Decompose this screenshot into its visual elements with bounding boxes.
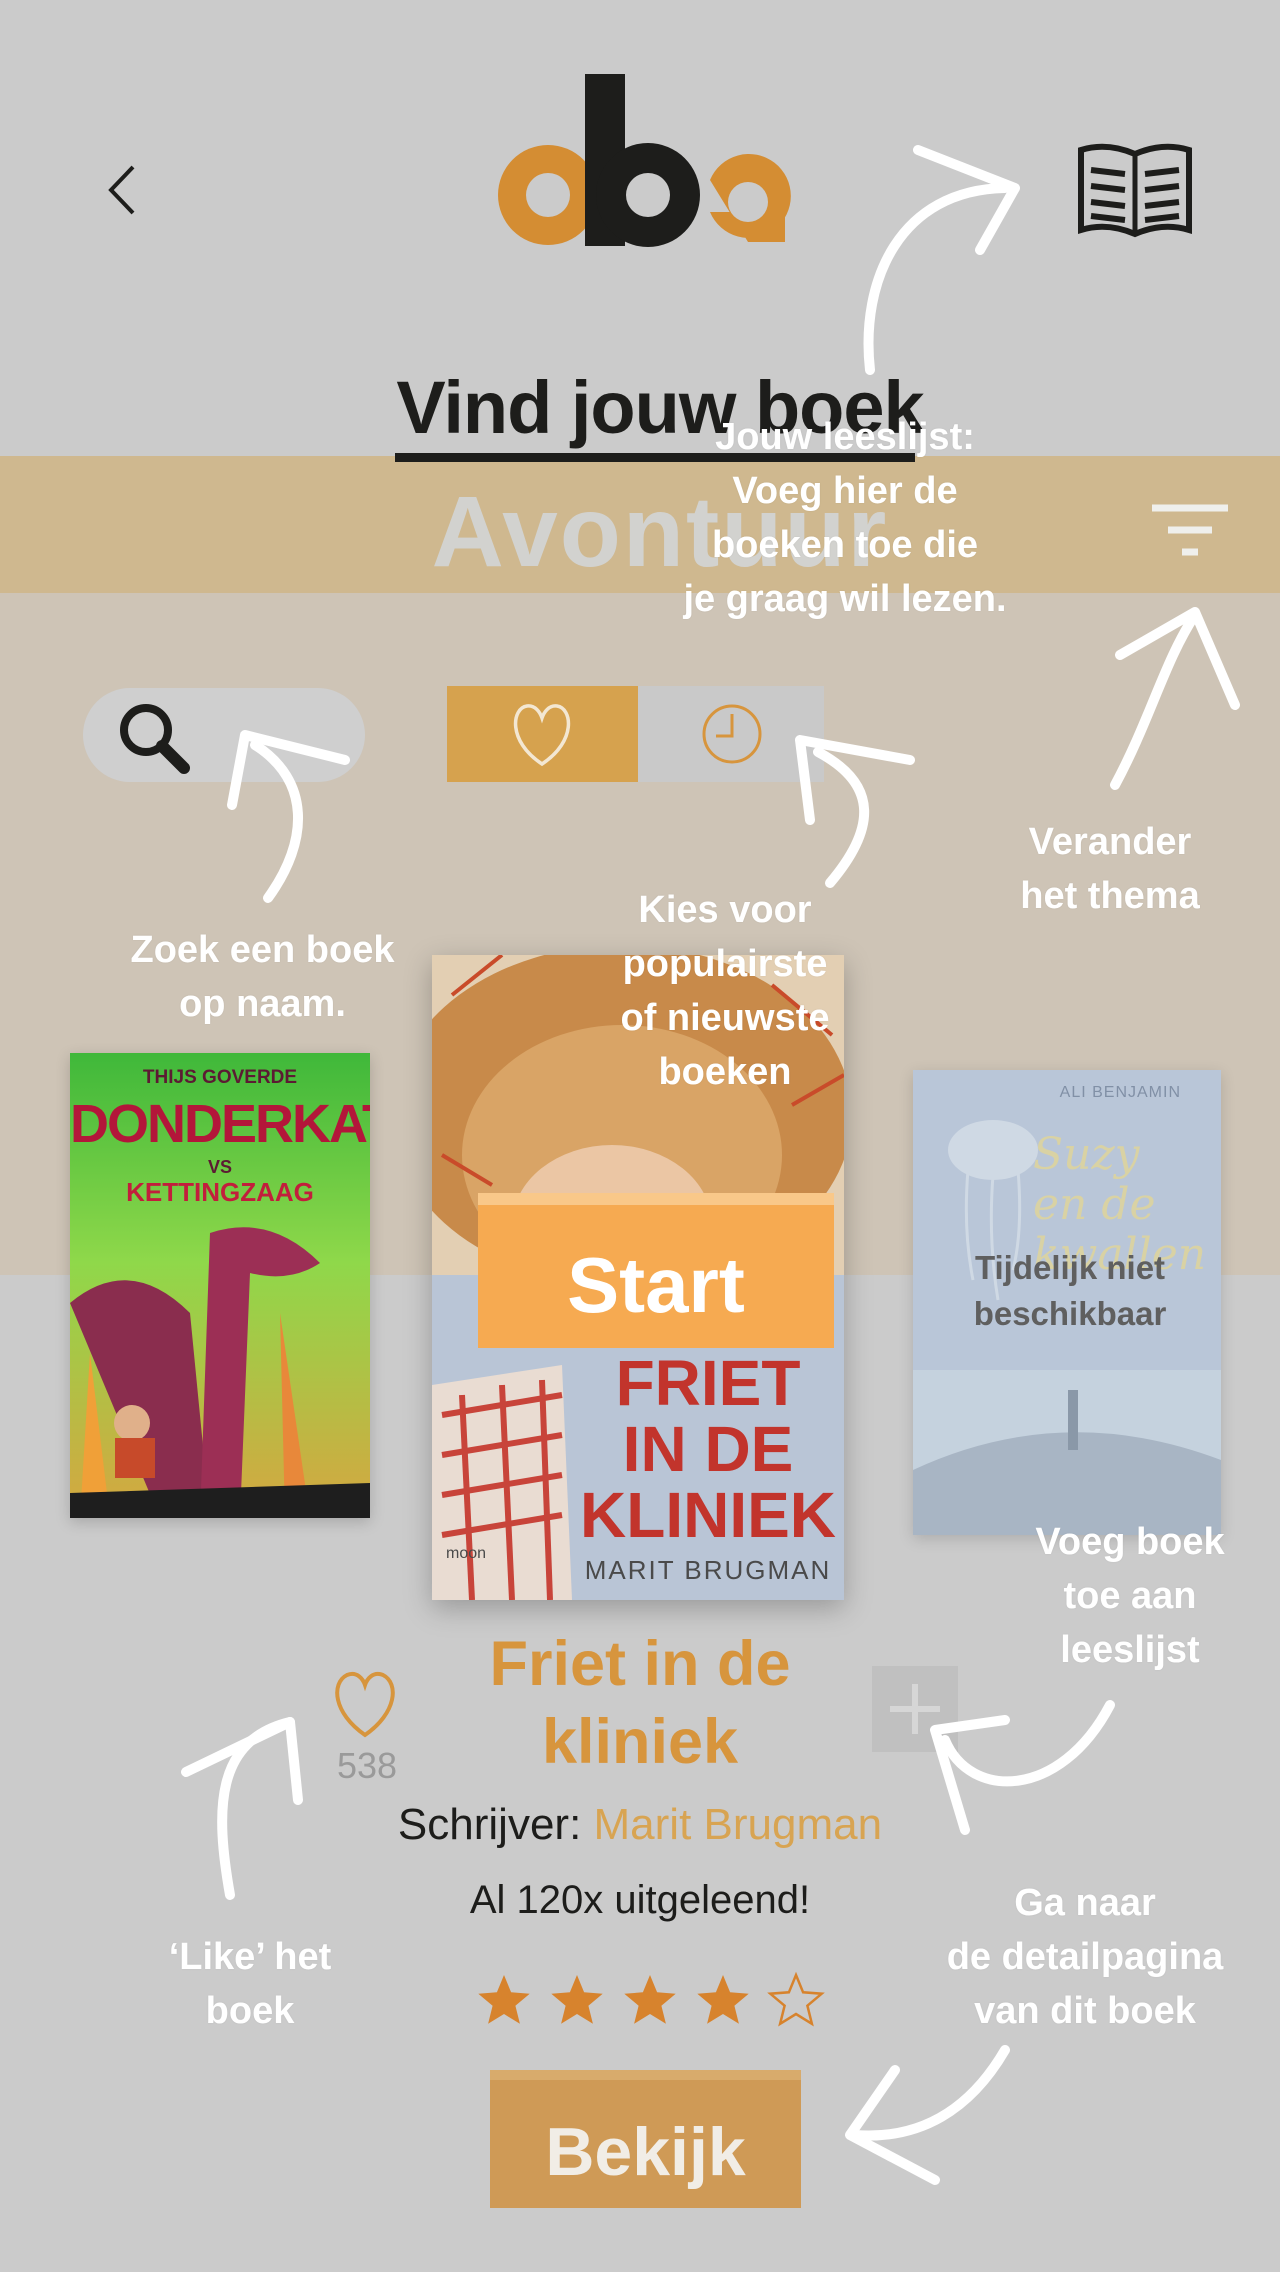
annotation-line: boek (205, 1990, 295, 2032)
annotation-line: ‘Like’ het (168, 1936, 332, 1978)
back-button[interactable] (95, 155, 155, 225)
annotation-detail: Ga naar de detailpagina van dit boek (920, 1876, 1250, 2038)
annotation-line: Voeg hier de (732, 470, 958, 512)
loan-count: Al 120x uitgeleend! (469, 1878, 811, 1922)
cover-publisher: moon (446, 1545, 487, 1562)
annotation-line: de detailpagina (946, 1936, 1224, 1978)
annotation-line: Kies voor (638, 889, 812, 931)
author-row: Schrijver: Marit Brugman (340, 1800, 940, 1850)
like-count: 538 (336, 1745, 398, 1786)
star-filled-icon (624, 1975, 676, 2024)
view-details-button[interactable]: Bekijk (490, 2070, 801, 2208)
unavailable-label: Tijdelijk niet beschikbaar (973, 1249, 1167, 1332)
author-link[interactable]: Marit Brugman (594, 1800, 883, 1849)
sort-newest-toggle[interactable] (638, 686, 824, 782)
annotation-line: populairste (622, 943, 828, 985)
cover-vs: VS (207, 1157, 232, 1177)
start-button[interactable]: Start (478, 1193, 834, 1348)
annotation-line: of nieuwste (620, 997, 830, 1039)
annotation-line: je graag wil lezen. (683, 578, 1007, 620)
annotation-line: van dit boek (974, 1990, 1196, 2032)
theme-filter-button[interactable] (1150, 502, 1230, 562)
annotation-line: Ga naar (1014, 1882, 1156, 1924)
cover-title-line: IN DE (622, 1413, 794, 1485)
author-prefix: Schrijver: (397, 1800, 582, 1849)
like-button[interactable] (325, 1665, 405, 1745)
cover-title: DONDERKAT (70, 1094, 370, 1154)
star-empty-icon (767, 1971, 825, 2027)
annotation-like: ‘Like’ het boek (130, 1930, 370, 2038)
annotation-line: Verander (1028, 821, 1192, 863)
annotation-theme: Verander het thema (970, 815, 1250, 923)
annotation-search: Zoek een boek op naam. (100, 923, 425, 1031)
star-rating (470, 1965, 830, 2035)
add-to-reading-list-button[interactable] (872, 1666, 958, 1752)
search-icon[interactable] (114, 698, 194, 778)
cover-author: MARIT BRUGMAN (584, 1555, 832, 1585)
cover-title-line: en de (1033, 1179, 1156, 1230)
star-filled-icon (697, 1975, 749, 2024)
reading-list-button[interactable] (1075, 140, 1195, 240)
oba-logo (470, 62, 830, 262)
annotation-line: Zoek een boek (130, 929, 395, 971)
annotation-line: op naam. (179, 983, 346, 1025)
star-filled-icon (478, 1975, 530, 2024)
annotation-line: boeken toe die (711, 524, 979, 566)
sort-popular-toggle[interactable] (447, 686, 638, 782)
book-title: Friet in de kliniek (489, 1629, 791, 1777)
annotation-line: leeslijst (1060, 1629, 1200, 1671)
heart-icon (335, 1672, 395, 1738)
annotation-line: Voeg boek (1035, 1521, 1225, 1563)
annotation-line: toe aan (1063, 1575, 1197, 1617)
annotation-add: Voeg boek toe aan leeslijst (1000, 1515, 1260, 1677)
filter-icon (1152, 504, 1228, 556)
cover-author: THIJS GOVERDE (142, 1067, 298, 1088)
clock-icon (702, 704, 762, 764)
cover-subtitle: KETTINGZAAG (126, 1177, 314, 1207)
annotation-line: het thema (1020, 875, 1200, 917)
annotation-sort: Kies voor populairste of nieuwste boeken (580, 883, 870, 1099)
cover-author: ALI BENJAMIN (1059, 1084, 1181, 1101)
annotation-line: boeken (658, 1051, 792, 1093)
annotation-line: Jouw leeslijst: (715, 416, 975, 458)
book-cover-donderkat[interactable]: THIJS GOVERDE DONDERKAT VS KETTINGZAAG (70, 1053, 370, 1518)
plus-icon (890, 1684, 940, 1734)
chevron-left-icon (108, 165, 135, 215)
heart-icon (513, 704, 571, 767)
annotation-reading-list: Jouw leeslijst: Voeg hier de boeken toe … (640, 410, 1050, 626)
open-book-icon (1078, 143, 1192, 238)
cover-title-line: Suzy (1033, 1129, 1140, 1180)
star-filled-icon (551, 1975, 603, 2024)
cover-title-line: KLINIEK (580, 1479, 836, 1551)
